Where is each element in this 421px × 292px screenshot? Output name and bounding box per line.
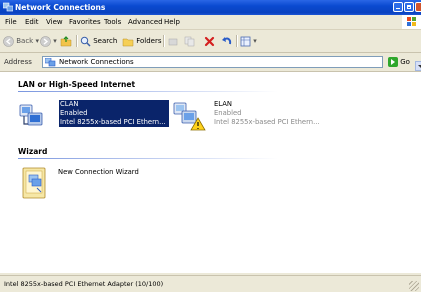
status-text: Intel 8255x-based PCI Ethernet Adapter (… bbox=[4, 280, 164, 288]
menu-view[interactable]: View bbox=[46, 18, 63, 27]
address-bar: Address Network Connections Go bbox=[0, 53, 421, 72]
views-icon bbox=[240, 36, 251, 46]
folder-up-icon bbox=[60, 36, 72, 47]
delete-x-icon bbox=[204, 36, 215, 46]
resize-grip[interactable] bbox=[409, 281, 419, 291]
back-label: Back bbox=[16, 37, 34, 45]
toolbar: Back ▾ ▾ Search Folders ▾ bbox=[0, 30, 421, 53]
connection-item-clan[interactable]: CLAN Enabled Intel 8255x-based PCI Ether… bbox=[18, 100, 169, 130]
undo-button[interactable] bbox=[221, 34, 232, 48]
menu-help[interactable]: Help bbox=[164, 18, 180, 27]
group-divider bbox=[18, 91, 278, 92]
menu-edit[interactable]: Edit bbox=[25, 18, 39, 27]
connection-item-elan[interactable]: ELAN Enabled Intel 8255x-based PCI Ether… bbox=[172, 100, 332, 131]
group-divider bbox=[18, 158, 278, 159]
search-icon bbox=[80, 36, 91, 47]
search-label: Search bbox=[93, 37, 118, 45]
close-button[interactable] bbox=[415, 2, 421, 12]
connection-name: CLAN bbox=[60, 100, 79, 108]
minimize-button[interactable] bbox=[393, 2, 403, 12]
up-folder-button[interactable] bbox=[60, 34, 72, 48]
windows-logo-icon bbox=[402, 15, 421, 29]
connections-list: LAN or High-Speed Internet CLAN Enabled … bbox=[0, 72, 421, 273]
wizard-label: New Connection Wizard bbox=[58, 168, 139, 176]
go-label: Go bbox=[400, 58, 410, 66]
toolbar-separator bbox=[76, 35, 78, 47]
new-connection-wizard-item[interactable]: New Connection Wizard bbox=[20, 166, 160, 200]
network-connection-warning-icon bbox=[173, 102, 206, 131]
status-bar: Intel 8255x-based PCI Ethernet Adapter (… bbox=[0, 275, 421, 292]
folders-icon bbox=[122, 38, 134, 46]
menu-file[interactable]: File bbox=[5, 18, 17, 27]
toolbar-separator bbox=[163, 35, 165, 47]
wizard-icon bbox=[22, 167, 46, 199]
address-field[interactable]: Network Connections bbox=[42, 56, 421, 71]
back-arrow-icon bbox=[3, 35, 14, 47]
back-button[interactable]: Back ▾ bbox=[3, 34, 39, 48]
views-button[interactable]: ▾ bbox=[240, 34, 257, 48]
folders-button[interactable]: Folders bbox=[122, 34, 162, 48]
delete-button[interactable] bbox=[204, 34, 215, 48]
go-button[interactable]: Go bbox=[388, 56, 410, 68]
forward-arrow-icon bbox=[40, 35, 51, 47]
network-connections-icon bbox=[3, 2, 13, 12]
move-to-button[interactable] bbox=[168, 34, 179, 48]
network-connections-icon bbox=[45, 58, 56, 67]
network-connection-icon bbox=[19, 104, 43, 126]
go-arrow-icon bbox=[388, 57, 398, 67]
move-to-icon bbox=[168, 38, 178, 45]
group-heading-lan: LAN or High-Speed Internet bbox=[18, 80, 136, 89]
menu-bar: File Edit View Favorites Tools Advanced … bbox=[0, 15, 421, 30]
menu-favorites[interactable]: Favorites bbox=[69, 18, 101, 27]
maximize-button[interactable] bbox=[404, 2, 414, 12]
connection-status: Enabled bbox=[60, 109, 88, 117]
address-dropdown-button[interactable] bbox=[415, 61, 421, 71]
search-button[interactable]: Search bbox=[80, 34, 117, 48]
menu-advanced[interactable]: Advanced bbox=[128, 18, 163, 27]
copy-to-button[interactable] bbox=[184, 34, 195, 48]
title-bar[interactable]: Network Connections bbox=[0, 0, 421, 15]
menu-tools[interactable]: Tools bbox=[104, 18, 121, 27]
network-connections-window: Network Connections File Edit View Favor… bbox=[0, 0, 421, 292]
connection-device: Intel 8255x-based PCI Ethern... bbox=[60, 118, 166, 126]
connection-device: Intel 8255x-based PCI Ethern... bbox=[214, 118, 320, 126]
address-value: Network Connections bbox=[59, 58, 134, 66]
folders-label: Folders bbox=[136, 37, 162, 45]
window-title: Network Connections bbox=[15, 3, 106, 12]
address-label: Address bbox=[4, 58, 32, 66]
copy-to-icon bbox=[184, 36, 195, 46]
group-heading-wizard: Wizard bbox=[18, 147, 48, 156]
undo-arrow-icon bbox=[222, 36, 232, 44]
toolbar-separator bbox=[236, 35, 238, 47]
connection-name: ELAN bbox=[214, 100, 232, 108]
forward-button[interactable]: ▾ bbox=[40, 34, 57, 48]
connection-status: Enabled bbox=[214, 109, 242, 117]
